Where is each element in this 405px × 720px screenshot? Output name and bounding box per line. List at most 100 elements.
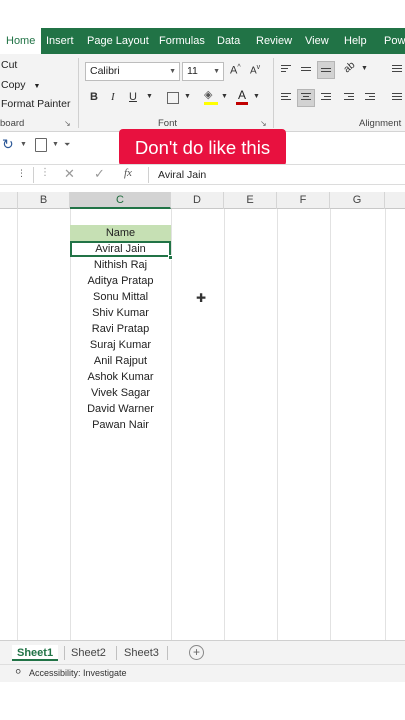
align-middle-icon[interactable] — [298, 62, 314, 78]
ribbon-tab-bar: Home Insert Page Layout Formulas Data Re… — [0, 28, 405, 54]
column-header-g[interactable]: G — [330, 192, 385, 209]
chevron-down-icon[interactable]: ▼ — [146, 93, 153, 100]
table-cell-active[interactable]: Aviral Jain — [70, 241, 171, 257]
chevron-down-icon[interactable]: ▼ — [253, 93, 260, 100]
chevron-down-icon[interactable]: ▼ — [20, 141, 27, 148]
align-top-icon[interactable] — [278, 62, 294, 78]
chevron-down-icon[interactable]: ▼ — [361, 65, 368, 72]
more-options-icon[interactable]: ⋮ — [40, 167, 50, 178]
table-cell[interactable]: Nithish Raj — [70, 257, 171, 273]
name-header-cell[interactable]: Name — [70, 225, 171, 241]
bottom-area — [0, 682, 405, 720]
format-painter-button[interactable]: Format Painter — [1, 98, 70, 110]
align-center-icon[interactable] — [297, 89, 315, 107]
tab-data[interactable]: Data — [217, 28, 240, 54]
font-color-icon[interactable]: A — [236, 88, 248, 106]
underline-button[interactable]: U — [129, 91, 137, 103]
column-header-d[interactable]: D — [171, 192, 224, 209]
italic-button[interactable]: I — [111, 91, 115, 103]
align-left-icon[interactable] — [278, 90, 294, 106]
confirm-entry-icon[interactable]: ✓ — [94, 166, 105, 182]
copy-button[interactable]: Copy ▼ — [1, 79, 40, 91]
column-header-b[interactable]: B — [18, 192, 70, 209]
column-header-a[interactable] — [0, 192, 18, 209]
gridline — [224, 209, 225, 640]
table-cell[interactable]: Sonu Mittal — [70, 289, 171, 305]
table-cell[interactable]: Ashok Kumar — [70, 369, 171, 385]
worksheet-grid[interactable]: Name Aviral Jain Nithish Raj Aditya Prat… — [0, 209, 405, 640]
chevron-down-icon[interactable]: ▼ — [184, 93, 191, 100]
font-launcher-icon[interactable]: ↘ — [260, 119, 267, 128]
clipboard-group-label: board — [0, 118, 25, 129]
tab-insert[interactable]: Insert — [46, 28, 74, 54]
clipboard-launcher-icon[interactable]: ↘ — [64, 119, 71, 128]
tab-home[interactable]: Home — [0, 28, 42, 54]
name-box-dropdown-icon[interactable]: ⋮ — [17, 168, 26, 179]
table-cell[interactable]: Shiv Kumar — [70, 305, 171, 321]
decrease-font-size-icon[interactable]: Av — [250, 64, 260, 76]
merge-center-icon[interactable] — [389, 90, 405, 106]
cancel-entry-icon[interactable]: ✕ — [64, 166, 75, 182]
table-cell[interactable]: Anil Rajput — [70, 353, 171, 369]
tab-help[interactable]: Help — [344, 28, 367, 54]
chevron-down-icon[interactable]: ▼ — [221, 93, 228, 100]
copy-label: Copy — [1, 79, 26, 91]
gridline — [277, 209, 278, 640]
cut-button[interactable]: Cut — [1, 59, 17, 71]
column-header-c[interactable]: C — [70, 192, 171, 209]
mouse-cursor-icon: ✚ — [196, 291, 207, 305]
column-header-e[interactable]: E — [224, 192, 277, 209]
tab-view[interactable]: View — [305, 28, 329, 54]
accessibility-status[interactable]: Accessibility: Investigate — [29, 668, 127, 678]
decrease-indent-icon[interactable] — [341, 90, 357, 106]
formula-input[interactable]: Aviral Jain — [148, 167, 405, 183]
chevron-down-icon[interactable]: ▼ — [52, 141, 59, 148]
font-color-letter: A — [237, 88, 246, 102]
redo-icon[interactable]: ↻ — [2, 136, 14, 153]
sheet-tab-sheet2[interactable]: Sheet2 — [71, 645, 106, 661]
bold-button[interactable]: B — [90, 91, 98, 103]
insert-function-icon[interactable]: fx — [124, 167, 132, 179]
align-right-icon[interactable] — [318, 90, 334, 106]
divider — [116, 646, 117, 660]
wrap-text-icon[interactable] — [389, 62, 405, 78]
increase-indent-icon[interactable] — [362, 90, 378, 106]
orientation-icon[interactable]: ab — [342, 60, 358, 76]
chevron-down-icon: ▼ — [169, 68, 176, 75]
divider — [78, 58, 79, 128]
font-group-label: Font — [158, 118, 178, 129]
tab-power[interactable]: Powe — [384, 28, 405, 54]
table-cell[interactable]: Suraj Kumar — [70, 337, 171, 353]
divider — [64, 646, 65, 660]
table-cell[interactable]: Pawan Nair — [70, 417, 171, 433]
gridline — [171, 209, 172, 640]
tab-page-layout[interactable]: Page Layout — [87, 28, 149, 54]
accessibility-icon[interactable]: ⚪ — [14, 667, 22, 678]
align-bottom-icon[interactable] — [317, 61, 335, 79]
customize-qat-icon[interactable]: ⏷ — [64, 140, 70, 150]
column-header-f[interactable]: F — [277, 192, 330, 209]
fill-handle[interactable] — [168, 255, 173, 260]
column-header-h[interactable] — [385, 192, 405, 209]
print-preview-icon[interactable] — [35, 138, 47, 152]
fill-color-icon[interactable]: ◈ — [204, 89, 218, 106]
table-cell[interactable]: Aditya Pratap — [70, 273, 171, 289]
add-sheet-icon[interactable]: + — [189, 645, 204, 660]
font-size-select[interactable]: 11 ▼ — [182, 62, 224, 81]
column-headers: B C D E F G — [0, 192, 405, 209]
table-cell[interactable]: David Warner — [70, 401, 171, 417]
font-family-value: Calibri — [90, 65, 120, 77]
increase-font-size-icon[interactable]: A^ — [230, 64, 241, 77]
gridline — [330, 209, 331, 640]
table-cell[interactable]: Vivek Sagar — [70, 385, 171, 401]
tab-formulas[interactable]: Formulas — [159, 28, 205, 54]
tab-review[interactable]: Review — [256, 28, 292, 54]
sheet-tab-sheet1[interactable]: Sheet1 — [12, 645, 59, 661]
borders-icon[interactable] — [167, 92, 179, 104]
font-family-select[interactable]: Calibri ▼ — [85, 62, 180, 81]
grid-spacer — [0, 185, 405, 192]
chevron-down-icon[interactable]: ▼ — [33, 83, 40, 90]
sheet-tab-sheet3[interactable]: Sheet3 — [124, 645, 159, 661]
table-cell[interactable]: Ravi Pratap — [70, 321, 171, 337]
warning-banner: Don't do like this — [119, 129, 286, 166]
